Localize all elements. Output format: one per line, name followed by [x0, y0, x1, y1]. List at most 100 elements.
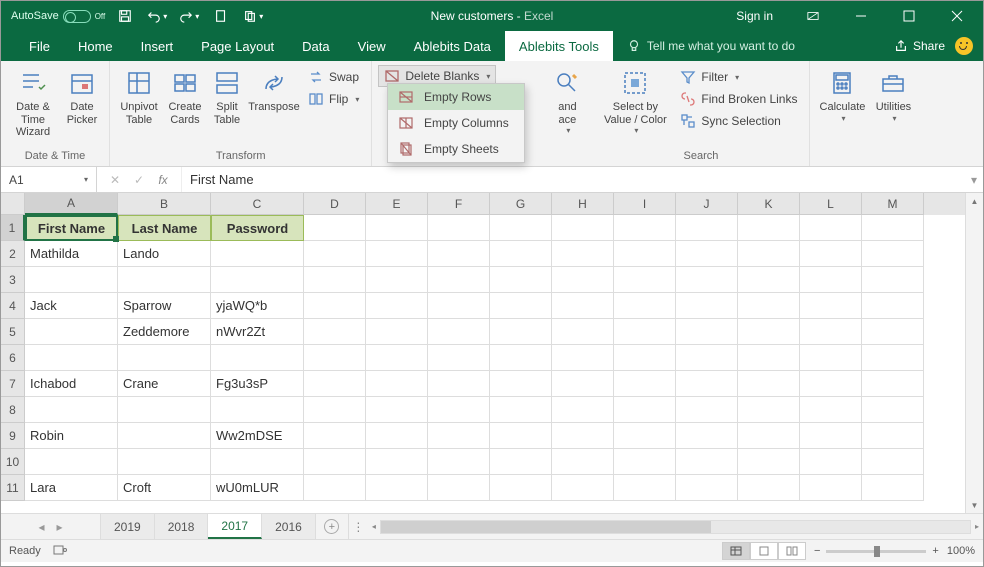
cell[interactable]: [118, 449, 211, 475]
cell[interactable]: [428, 423, 490, 449]
sheet-tab[interactable]: 2019: [101, 514, 155, 539]
cell[interactable]: [304, 319, 366, 345]
cell[interactable]: [490, 397, 552, 423]
cell[interactable]: [25, 449, 118, 475]
cell[interactable]: Sparrow: [118, 293, 211, 319]
row-header[interactable]: 6: [1, 345, 25, 371]
unpivot-table-button[interactable]: Unpivot Table: [116, 65, 162, 128]
cell[interactable]: [118, 423, 211, 449]
cell[interactable]: [800, 397, 862, 423]
calculate-button[interactable]: Calculate▾: [816, 65, 868, 125]
zoom-out-button[interactable]: −: [814, 545, 820, 557]
cell[interactable]: [211, 241, 304, 267]
menu-home[interactable]: Home: [64, 31, 127, 61]
row-header[interactable]: 5: [1, 319, 25, 345]
expand-formula-bar-button[interactable]: ▾: [965, 167, 983, 192]
cell[interactable]: [614, 423, 676, 449]
cell[interactable]: [800, 449, 862, 475]
cell[interactable]: [304, 345, 366, 371]
cell[interactable]: [738, 475, 800, 501]
select-all-corner[interactable]: [1, 193, 25, 215]
cell[interactable]: [676, 475, 738, 501]
cell[interactable]: [552, 423, 614, 449]
cell[interactable]: [304, 267, 366, 293]
cell[interactable]: Fg3u3sP: [211, 371, 304, 397]
cell[interactable]: nWvr2Zt: [211, 319, 304, 345]
cell[interactable]: [614, 475, 676, 501]
cell[interactable]: [862, 345, 924, 371]
find-broken-links-button[interactable]: Find Broken Links: [674, 89, 803, 109]
column-header[interactable]: E: [366, 193, 428, 215]
cell[interactable]: [428, 241, 490, 267]
add-sheet-button[interactable]: +: [316, 514, 348, 539]
select-by-value-button[interactable]: Select by Value / Color▾: [598, 65, 672, 137]
cell[interactable]: [428, 371, 490, 397]
row-header[interactable]: 9: [1, 423, 25, 449]
column-header[interactable]: B: [118, 193, 211, 215]
zoom-in-button[interactable]: +: [932, 545, 938, 557]
cell[interactable]: [552, 319, 614, 345]
cell[interactable]: Zeddemore: [118, 319, 211, 345]
cell[interactable]: [862, 241, 924, 267]
cell[interactable]: [366, 423, 428, 449]
swap-button[interactable]: Swap: [302, 67, 365, 87]
column-header[interactable]: C: [211, 193, 304, 215]
cell[interactable]: [552, 449, 614, 475]
cell[interactable]: [800, 293, 862, 319]
column-header[interactable]: L: [800, 193, 862, 215]
cell[interactable]: [552, 241, 614, 267]
cell[interactable]: [614, 267, 676, 293]
scroll-left-icon[interactable]: ◂: [372, 522, 376, 531]
row-header[interactable]: 8: [1, 397, 25, 423]
cell[interactable]: [490, 345, 552, 371]
cell[interactable]: Mathilda: [25, 241, 118, 267]
find-and-replace-button-obscured[interactable]: andace▾: [548, 65, 586, 137]
autosave-toggle[interactable]: AutoSave Off: [11, 10, 105, 23]
cell[interactable]: [366, 215, 428, 241]
sheet-tab[interactable]: 2018: [155, 514, 209, 539]
sheet-nav-next-icon[interactable]: ▸: [57, 520, 63, 534]
menu-page-layout[interactable]: Page Layout: [187, 31, 288, 61]
column-header[interactable]: G: [490, 193, 552, 215]
menu-data[interactable]: Data: [288, 31, 343, 61]
cell[interactable]: [800, 267, 862, 293]
cell[interactable]: [25, 397, 118, 423]
flip-button[interactable]: Flip▾: [302, 89, 365, 109]
cell[interactable]: [428, 475, 490, 501]
sheet-nav-prev-icon[interactable]: ◂: [38, 520, 44, 534]
cell[interactable]: [738, 423, 800, 449]
cell[interactable]: [118, 345, 211, 371]
column-header[interactable]: J: [676, 193, 738, 215]
cell[interactable]: [614, 345, 676, 371]
cell[interactable]: [552, 475, 614, 501]
create-cards-button[interactable]: Create Cards: [164, 65, 206, 128]
utilities-button[interactable]: Utilities▾: [870, 65, 916, 125]
cell[interactable]: [428, 397, 490, 423]
cell[interactable]: [738, 397, 800, 423]
cell[interactable]: [676, 293, 738, 319]
cell[interactable]: [614, 241, 676, 267]
cell[interactable]: [366, 449, 428, 475]
dropdown-empty-sheets[interactable]: Empty Sheets: [388, 136, 524, 162]
ribbon-options-button[interactable]: [791, 1, 835, 31]
formula-input[interactable]: First Name: [182, 172, 965, 187]
menu-ablebits-tools[interactable]: Ablebits Tools: [505, 31, 613, 61]
save-button[interactable]: [113, 4, 137, 28]
view-page-layout-button[interactable]: [750, 542, 778, 560]
cell[interactable]: Robin: [25, 423, 118, 449]
minimize-button[interactable]: [839, 1, 883, 31]
cell[interactable]: [676, 397, 738, 423]
cell[interactable]: [862, 449, 924, 475]
signin-button[interactable]: Sign in: [722, 9, 787, 23]
cell[interactable]: [862, 371, 924, 397]
view-normal-button[interactable]: [722, 542, 750, 560]
row-header[interactable]: 4: [1, 293, 25, 319]
menu-ablebits-data[interactable]: Ablebits Data: [400, 31, 505, 61]
row-header[interactable]: 7: [1, 371, 25, 397]
cell[interactable]: [304, 371, 366, 397]
cell[interactable]: [862, 319, 924, 345]
cell[interactable]: [428, 267, 490, 293]
horizontal-scrollbar[interactable]: ◂ ▸: [368, 514, 983, 539]
cell[interactable]: [428, 293, 490, 319]
cell[interactable]: [738, 215, 800, 241]
